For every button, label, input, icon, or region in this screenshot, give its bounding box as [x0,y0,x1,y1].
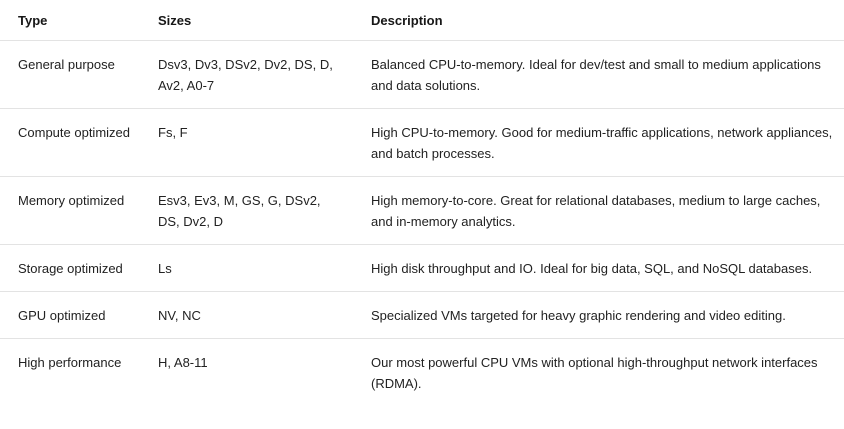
cell-type: Compute optimized [0,108,140,177]
cell-description: High disk throughput and IO. Ideal for b… [353,244,844,292]
table-row: Memory optimized Esv3, Ev3, M, GS, G, DS… [0,176,844,245]
cell-type: Memory optimized [0,176,140,245]
cell-description: Balanced CPU-to-memory. Ideal for dev/te… [353,40,844,109]
cell-sizes: Ls [140,244,353,292]
header-type: Type [0,0,140,41]
cell-type: GPU optimized [0,291,140,339]
cell-description: High memory-to-core. Great for relationa… [353,176,844,245]
header-description: Description [353,0,844,41]
header-sizes: Sizes [140,0,353,41]
table-row: General purpose Dsv3, Dv3, DSv2, Dv2, DS… [0,40,844,109]
table-row: High performance H, A8-11 Our most power… [0,339,844,407]
table-row: GPU optimized NV, NC Specialized VMs tar… [0,291,844,339]
vm-types-table: Type Sizes Description General purpose D… [0,0,844,406]
cell-description: Our most powerful CPU VMs with optional … [371,355,818,391]
table-row: Storage optimized Ls High disk throughpu… [0,244,844,292]
cell-sizes: NV, NC [140,291,353,339]
cell-sizes: Esv3, Ev3, M, GS, G, DSv2, DS, Dv2, D [140,176,353,245]
cell-sizes: Dsv3, Dv3, DSv2, Dv2, DS, D, Av2, A0-7 [140,40,353,109]
cell-description: Specialized VMs targeted for heavy graph… [353,291,844,339]
cell-sizes: H, A8-11 [158,355,208,370]
cell-type: High performance [18,355,122,370]
cell-type: General purpose [0,40,140,109]
cell-type: Storage optimized [0,244,140,292]
table-row: Compute optimized Fs, F High CPU-to-memo… [0,108,844,177]
table-header-row: Type Sizes Description [0,0,844,41]
cell-sizes: Fs, F [140,108,353,177]
cell-description: High CPU-to-memory. Good for medium-traf… [353,108,844,177]
